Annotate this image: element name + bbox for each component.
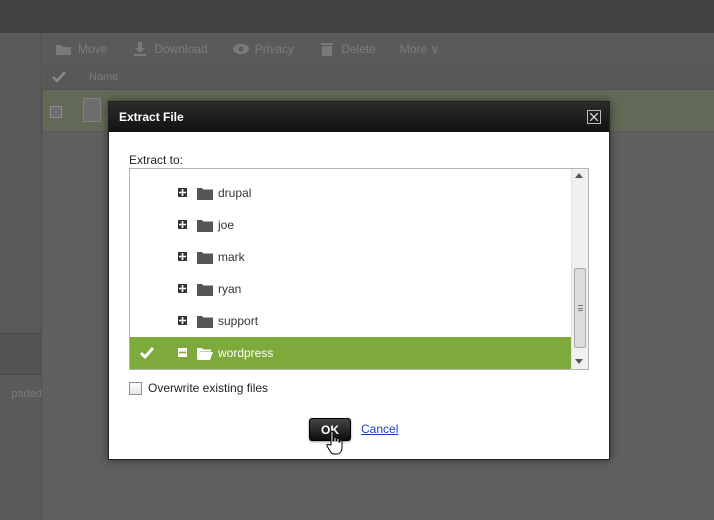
dialog-titlebar: Extract File xyxy=(109,102,609,132)
folder-tree: drupal joe mark ryan support wordpress xyxy=(129,168,589,370)
folder-icon xyxy=(197,252,213,264)
file-row-checkbox[interactable] xyxy=(50,106,62,118)
toolbar-move-button[interactable]: Move xyxy=(55,42,107,56)
tree-folder-label: support xyxy=(218,314,259,328)
collapse-minus-icon[interactable] xyxy=(178,348,187,357)
toolbar-download-label: Download xyxy=(154,42,208,56)
overwrite-option[interactable]: Overwrite existing files xyxy=(129,381,268,395)
tree-folder-label: drupal xyxy=(218,186,252,200)
dialog-close-button[interactable] xyxy=(587,110,601,124)
selected-check-icon xyxy=(139,347,155,360)
app-left-panel xyxy=(0,33,42,520)
file-list-header xyxy=(43,66,714,90)
expand-plus-icon[interactable] xyxy=(178,188,187,197)
toolbar-privacy-label: Privacy xyxy=(254,42,295,56)
scroll-up-arrow-icon[interactable] xyxy=(575,173,583,178)
toolbar-delete-button[interactable]: Delete xyxy=(318,42,376,56)
folder-icon xyxy=(197,220,213,232)
scroll-thumb[interactable] xyxy=(574,268,586,348)
expand-plus-icon[interactable] xyxy=(178,284,187,293)
file-type-icon xyxy=(83,98,101,122)
app-top-bar xyxy=(0,0,714,33)
toolbar-move-label: Move xyxy=(78,42,108,56)
tree-folder-row[interactable]: drupal xyxy=(130,177,571,209)
extract-file-dialog: Extract File Extract to: drupal joe mark ry… xyxy=(108,101,610,460)
tree-folder-label: mark xyxy=(218,250,245,264)
left-panel-text: paded xyxy=(11,388,42,400)
tree-folder-label: ryan xyxy=(218,282,242,296)
move-icon xyxy=(56,45,71,55)
extract-to-label: Extract to: xyxy=(129,153,184,167)
column-header-name[interactable]: Name xyxy=(89,71,118,83)
trash-icon xyxy=(321,43,334,56)
cancel-link[interactable]: Cancel xyxy=(361,422,398,436)
overwrite-label[interactable]: Overwrite existing files xyxy=(148,381,268,395)
scroll-down-arrow-icon[interactable] xyxy=(575,359,583,364)
tree-folder-label: wordpress xyxy=(218,346,274,360)
select-all-check-icon[interactable] xyxy=(52,70,66,84)
left-panel-band xyxy=(0,333,42,375)
expand-plus-icon[interactable] xyxy=(178,220,187,229)
toolbar-delete-label: Delete xyxy=(341,42,376,56)
folder-icon xyxy=(197,188,213,200)
download-icon xyxy=(134,42,147,56)
eye-icon xyxy=(232,44,249,54)
toolbar-more-button[interactable]: More ∨ xyxy=(400,42,439,56)
tree-folder-row[interactable]: wordpress xyxy=(130,337,571,369)
tree-folder-label: joe xyxy=(218,218,235,232)
scroll-grip-icon xyxy=(578,305,583,311)
overwrite-checkbox[interactable] xyxy=(129,381,142,395)
expand-plus-icon[interactable] xyxy=(178,252,187,261)
folder-icon xyxy=(197,316,213,328)
folder-icon xyxy=(197,284,213,296)
expand-plus-icon[interactable] xyxy=(178,316,187,325)
tree-folder-row[interactable]: joe xyxy=(130,209,571,241)
close-icon xyxy=(590,113,598,121)
tree-folder-row[interactable]: ryan xyxy=(130,273,571,305)
dialog-title: Extract File xyxy=(119,110,184,124)
toolbar-privacy-button[interactable]: Privacy xyxy=(232,42,294,56)
folder-open-icon xyxy=(197,348,213,360)
tree-folder-row[interactable]: support xyxy=(130,305,571,337)
toolbar-more-label: More ∨ xyxy=(399,42,440,56)
toolbar-download-button[interactable]: Download xyxy=(131,42,208,56)
hand-cursor-icon xyxy=(326,430,343,455)
tree-scrollbar[interactable] xyxy=(571,169,588,369)
file-toolbar: Move Download Privacy Delete More ∨ xyxy=(43,33,714,66)
tree-folder-row[interactable]: mark xyxy=(130,241,571,273)
